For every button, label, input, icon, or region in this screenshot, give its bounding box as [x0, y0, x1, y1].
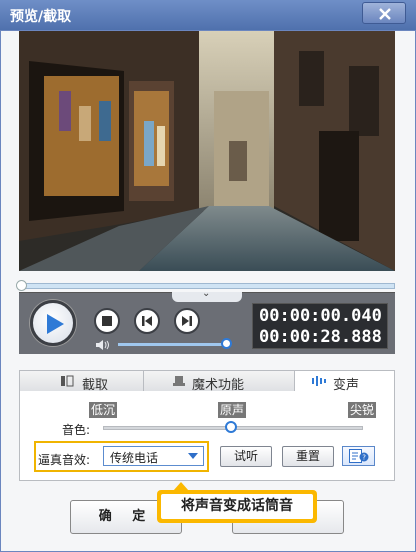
next-frame-icon [182, 316, 192, 326]
tab-voice-change[interactable]: 变声 [294, 370, 395, 393]
crop-icon [60, 375, 74, 391]
tab-crop[interactable]: 截取 [19, 370, 144, 393]
previous-frame-icon [142, 316, 152, 326]
video-preview [19, 31, 395, 271]
svg-text:?: ? [362, 454, 366, 462]
chevron-down-icon: ⌄ [202, 288, 211, 299]
close-icon [379, 8, 391, 20]
function-tabs: 截取 魔术功能 变声 [19, 370, 395, 393]
current-time: 00:00:00.040 [259, 306, 382, 326]
play-button[interactable] [30, 300, 76, 346]
title-bar: 预览/截取 [0, 0, 416, 30]
effect-label: 逼真音效: [38, 453, 91, 467]
tone-label: 音色: [62, 423, 91, 437]
seek-handle[interactable] [16, 280, 27, 291]
listen-button[interactable]: 试听 [220, 446, 272, 467]
effect-dropdown[interactable]: 传统电话 [103, 446, 204, 466]
tooltip-text: 将声音变成话筒音 [161, 494, 313, 519]
stop-button[interactable] [94, 308, 120, 334]
volume-icon[interactable] [95, 339, 111, 354]
help-icon: ? [349, 449, 369, 463]
effect-value: 传统电话 [110, 451, 159, 465]
volume-slider-track[interactable] [118, 343, 226, 346]
preset-low[interactable]: 低沉 [89, 402, 118, 418]
sound-wave-icon [311, 375, 327, 391]
tab-magic[interactable]: 魔术功能 [143, 370, 295, 393]
reset-button[interactable]: 重置 [282, 446, 334, 467]
stop-icon [102, 316, 112, 326]
play-icon [47, 314, 64, 334]
next-frame-button[interactable] [174, 308, 200, 334]
collapse-toggle[interactable]: ⌄ [172, 288, 242, 302]
preset-original[interactable]: 原声 [218, 402, 247, 418]
tone-slider-handle[interactable] [225, 421, 237, 433]
window-title: 预览/截取 [10, 9, 72, 25]
dropdown-arrow-icon [188, 453, 198, 459]
help-button[interactable]: ? [342, 446, 375, 466]
close-button[interactable] [362, 2, 406, 24]
time-display: 00:00:00.040 00:00:28.888 [252, 303, 388, 349]
total-time: 00:00:28.888 [259, 327, 382, 347]
previous-frame-button[interactable] [134, 308, 160, 334]
magic-hat-icon [172, 375, 186, 391]
preset-sharp[interactable]: 尖锐 [348, 402, 377, 418]
tooltip: 将声音变成话筒音 [157, 490, 317, 523]
volume-slider-handle[interactable] [221, 338, 232, 349]
